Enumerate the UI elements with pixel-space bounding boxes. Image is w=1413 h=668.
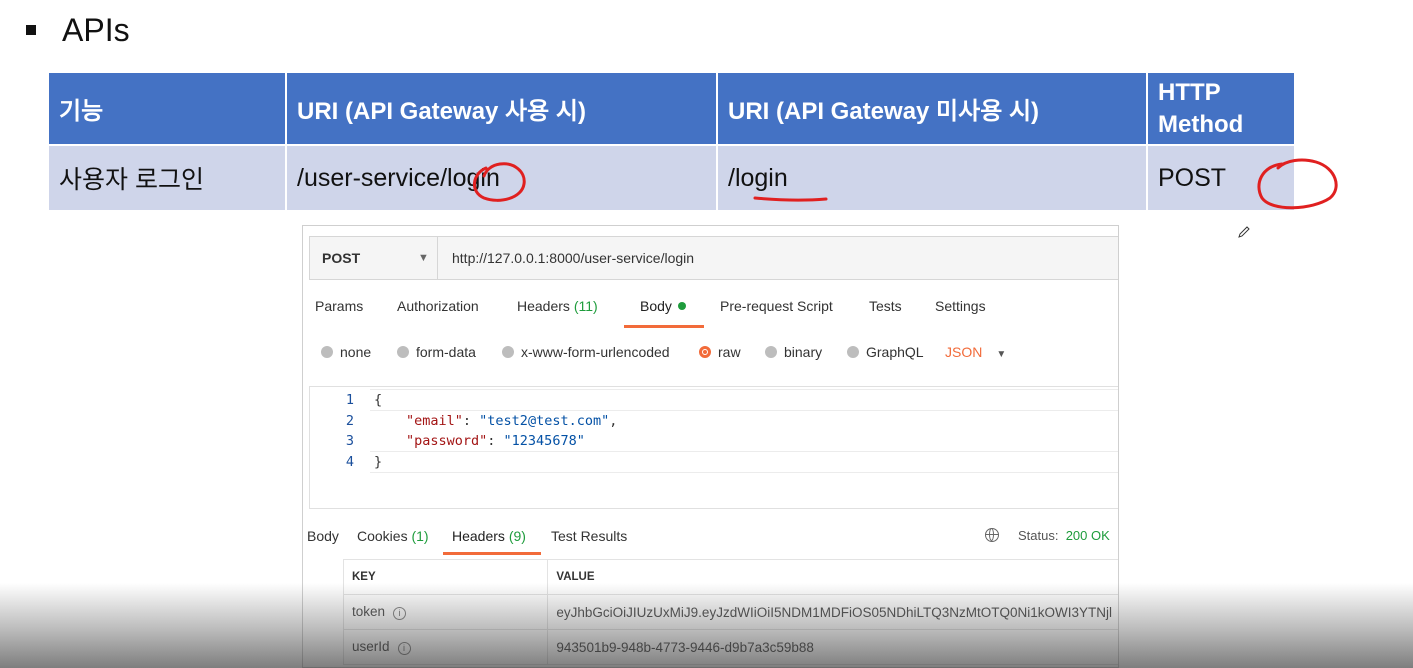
header-key: token i — [342, 594, 549, 630]
header-value: 943501b9-948b-4773-9446-d9b7a3c59b88 — [547, 629, 1118, 665]
body-editor[interactable]: 1 2 3 4 { "email": "test2@test.com", "pa… — [309, 386, 1118, 509]
raw-format-select[interactable]: JSON ▼ — [945, 344, 1006, 360]
header-http-method: HTTP Method — [1146, 71, 1296, 146]
header-value: eyJhbGciOiJIUzUxMiJ9.eyJzdWIiOiI5NDM1MDF… — [547, 594, 1118, 630]
cell-feature: 사용자 로그인 — [47, 144, 287, 212]
tab-params[interactable]: Params — [315, 298, 363, 314]
tab-settings[interactable]: Settings — [935, 298, 986, 314]
table-header-row: KEY VALUE — [342, 559, 1118, 595]
response-headers-table: KEY VALUE token i eyJhbGciOiJIUzUxMiJ9.ey… — [342, 559, 1118, 665]
chevron-down-icon[interactable]: ▼ — [418, 237, 429, 279]
response-tab-body[interactable]: Body — [307, 528, 339, 544]
cell-method: POST — [1146, 144, 1296, 212]
slide-title: APIs — [62, 12, 130, 48]
response-tab-test-results[interactable]: Test Results — [551, 528, 627, 544]
tab-tests[interactable]: Tests — [869, 298, 902, 314]
tab-headers[interactable]: Headers (11) — [517, 298, 598, 314]
header-feature: 기능 — [47, 71, 287, 146]
cell-uri-direct: /login — [716, 144, 1148, 212]
line-highlight — [370, 451, 1118, 473]
response-tab-headers[interactable]: Headers (9) — [452, 528, 526, 544]
code-line: } — [374, 454, 383, 470]
radio-binary[interactable]: binary — [765, 344, 822, 360]
radio-none[interactable]: none — [321, 344, 371, 360]
chevron-down-icon: ▼ — [996, 349, 1007, 360]
url-input[interactable]: http://127.0.0.1:8000/user-service/login — [452, 237, 694, 279]
header-key: userId i — [342, 629, 549, 665]
line-number: 2 — [345, 413, 354, 429]
tab-authorization[interactable]: Authorization — [397, 298, 479, 314]
api-table: 기능 URI (API Gateway 사용 시) URI (API Gatew… — [47, 71, 1296, 212]
active-tab-underline — [624, 325, 704, 328]
body-modified-dot — [677, 302, 686, 310]
pencil-icon — [1238, 226, 1250, 238]
table-header-row: 기능 URI (API Gateway 사용 시) URI (API Gatew… — [47, 71, 1296, 146]
active-response-tab-underline — [443, 552, 541, 555]
bullet-square — [26, 25, 36, 35]
cell-uri-gateway: /user-service/login — [285, 144, 718, 212]
table-row: userId i 943501b9-948b-4773-9446-d9b7a3c5… — [342, 629, 1118, 665]
tab-pre-request-script[interactable]: Pre-request Script — [720, 298, 833, 314]
line-highlight — [370, 389, 1118, 411]
line-number: 4 — [345, 454, 354, 470]
info-icon[interactable]: i — [397, 642, 411, 655]
radio-x-www-form-urlencoded[interactable]: x-www-form-urlencoded — [502, 344, 670, 360]
globe-icon[interactable] — [985, 528, 999, 542]
line-number: 1 — [345, 392, 354, 408]
radio-raw[interactable]: raw — [699, 344, 741, 360]
table-row: token i eyJhbGciOiJIUzUxMiJ9.eyJzdWIiOiI5… — [342, 594, 1118, 630]
header-uri-gateway: URI (API Gateway 사용 시) — [285, 71, 718, 146]
line-number: 3 — [345, 433, 354, 449]
info-icon[interactable]: i — [393, 607, 407, 620]
column-key: KEY — [342, 559, 549, 595]
tab-body[interactable]: Body — [640, 298, 686, 314]
code-line: "email": "test2@test.com", — [406, 413, 618, 429]
column-value: VALUE — [547, 559, 1118, 595]
response-status: Status: 200 OK — [1018, 528, 1110, 543]
response-tabs: Body Cookies (1) Headers (9) Test Result… — [303, 528, 1118, 558]
radio-form-data[interactable]: form-data — [397, 344, 476, 360]
header-uri-direct: URI (API Gateway 미사용 시) — [716, 71, 1148, 146]
radio-graphql[interactable]: GraphQL — [847, 344, 924, 360]
postman-panel: POST ▼ http://127.0.0.1:8000/user-servic… — [302, 225, 1119, 668]
code-line: "password": "12345678" — [406, 433, 585, 449]
request-url-bar: POST ▼ http://127.0.0.1:8000/user-servic… — [309, 236, 1118, 280]
code-line: { — [374, 392, 383, 408]
response-tab-cookies[interactable]: Cookies (1) — [357, 528, 429, 544]
table-row: 사용자 로그인 /user-service/login /login POST — [47, 144, 1296, 212]
